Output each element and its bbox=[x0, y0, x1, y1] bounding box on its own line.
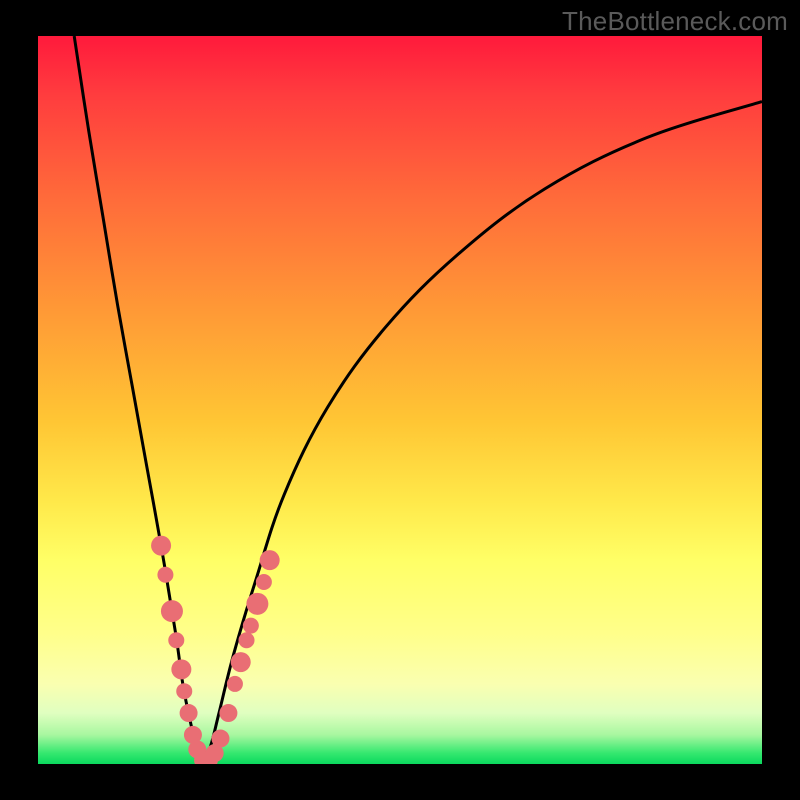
data-marker bbox=[211, 730, 229, 748]
curve-layer bbox=[38, 36, 762, 764]
data-marker bbox=[219, 704, 237, 722]
data-marker bbox=[246, 593, 268, 615]
data-marker bbox=[161, 600, 183, 622]
data-marker bbox=[168, 632, 184, 648]
right-curve bbox=[205, 102, 762, 764]
plot-area bbox=[38, 36, 762, 764]
data-marker bbox=[157, 567, 173, 583]
left-curve bbox=[74, 36, 204, 764]
data-marker bbox=[243, 618, 259, 634]
data-marker bbox=[176, 683, 192, 699]
chart-frame: TheBottleneck.com bbox=[0, 0, 800, 800]
data-marker bbox=[227, 676, 243, 692]
data-marker bbox=[256, 574, 272, 590]
data-marker bbox=[180, 704, 198, 722]
data-marker bbox=[260, 550, 280, 570]
data-marker bbox=[239, 632, 255, 648]
watermark-text: TheBottleneck.com bbox=[562, 6, 788, 37]
data-marker bbox=[171, 659, 191, 679]
data-marker bbox=[151, 536, 171, 556]
data-marker bbox=[231, 652, 251, 672]
